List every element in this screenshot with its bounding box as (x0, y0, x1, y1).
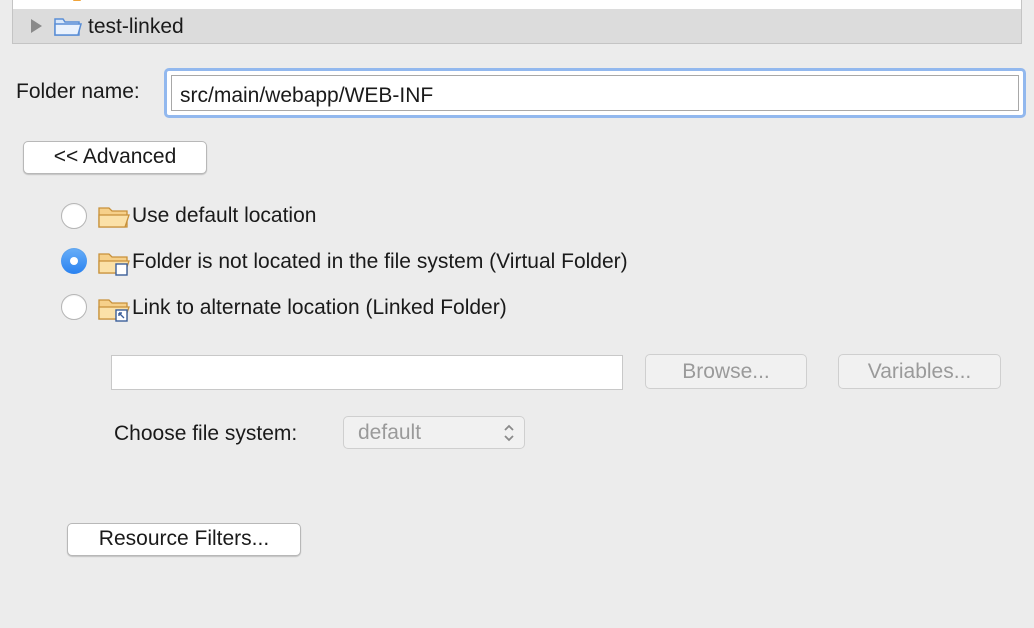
folder-name-label: Folder name: (16, 80, 140, 103)
option-label-linked: Link to alternate location (Linked Folde… (132, 296, 507, 319)
file-system-label: Choose file system: (114, 422, 298, 445)
expand-arrow-icon[interactable] (31, 19, 42, 33)
project-tree[interactable]: test-linked (12, 0, 1022, 44)
tree-row-test-linked[interactable]: test-linked (13, 9, 1021, 43)
virtual-folder-icon (98, 253, 130, 276)
tree-row-partial (13, 0, 1021, 9)
option-label-virtual: Folder is not located in the file system… (132, 250, 628, 273)
file-system-select[interactable]: default (343, 416, 525, 449)
option-label-default: Use default location (132, 204, 317, 227)
folder-name-value[interactable]: src/main/webapp/WEB-INF (180, 84, 433, 108)
radio-virtual-folder[interactable] (61, 248, 87, 274)
linked-folder-icon (54, 18, 82, 36)
project-icon (73, 0, 81, 1)
variables-button[interactable]: Variables... (838, 354, 1001, 389)
location-input[interactable] (111, 355, 623, 390)
linked-folder-icon (98, 299, 130, 322)
resource-filters-button[interactable]: Resource Filters... (67, 523, 301, 556)
select-arrows-icon (504, 424, 514, 442)
file-system-selected: default (358, 421, 422, 444)
browse-button[interactable]: Browse... (645, 354, 807, 389)
folder-icon (98, 207, 130, 228)
advanced-button[interactable]: << Advanced (23, 141, 207, 174)
folder-name-input-box[interactable]: src/main/webapp/WEB-INF (171, 75, 1019, 111)
radio-use-default-location[interactable] (61, 203, 87, 229)
radio-linked-folder[interactable] (61, 294, 87, 320)
folder-name-field[interactable]: src/main/webapp/WEB-INF (164, 68, 1026, 118)
tree-item-label: test-linked (88, 15, 184, 38)
